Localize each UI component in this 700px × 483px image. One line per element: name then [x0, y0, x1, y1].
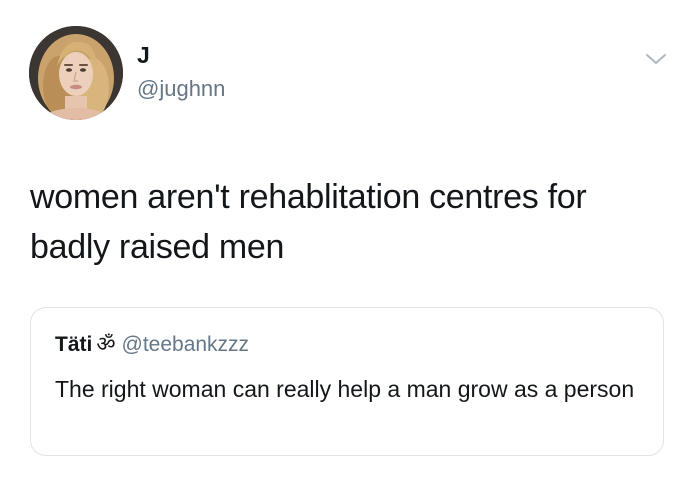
chevron-down-icon[interactable] [645, 50, 667, 68]
quoted-tweet-text: The right woman can really help a man gr… [55, 376, 635, 402]
avatar[interactable] [29, 26, 123, 120]
author-info: J @jughnn [137, 42, 225, 102]
om-emoji: ॐ [96, 333, 116, 356]
avatar-image [29, 26, 123, 120]
quoted-display-name: Täti [55, 333, 93, 356]
tweet-card: J @jughnn women aren't rehablitation cen… [0, 0, 700, 483]
quoted-user-handle: @teebankzzz [121, 333, 250, 356]
user-handle[interactable]: @jughnn [137, 76, 225, 102]
quoted-tweet[interactable]: Täti ॐ @teebankzzz The right woman can rea… [30, 307, 664, 456]
display-name[interactable]: J [137, 42, 225, 68]
quoted-tweet-header: Täti ॐ @teebankzzz [55, 332, 249, 358]
tweet-text: women aren't rehablitation centres for b… [30, 178, 587, 266]
